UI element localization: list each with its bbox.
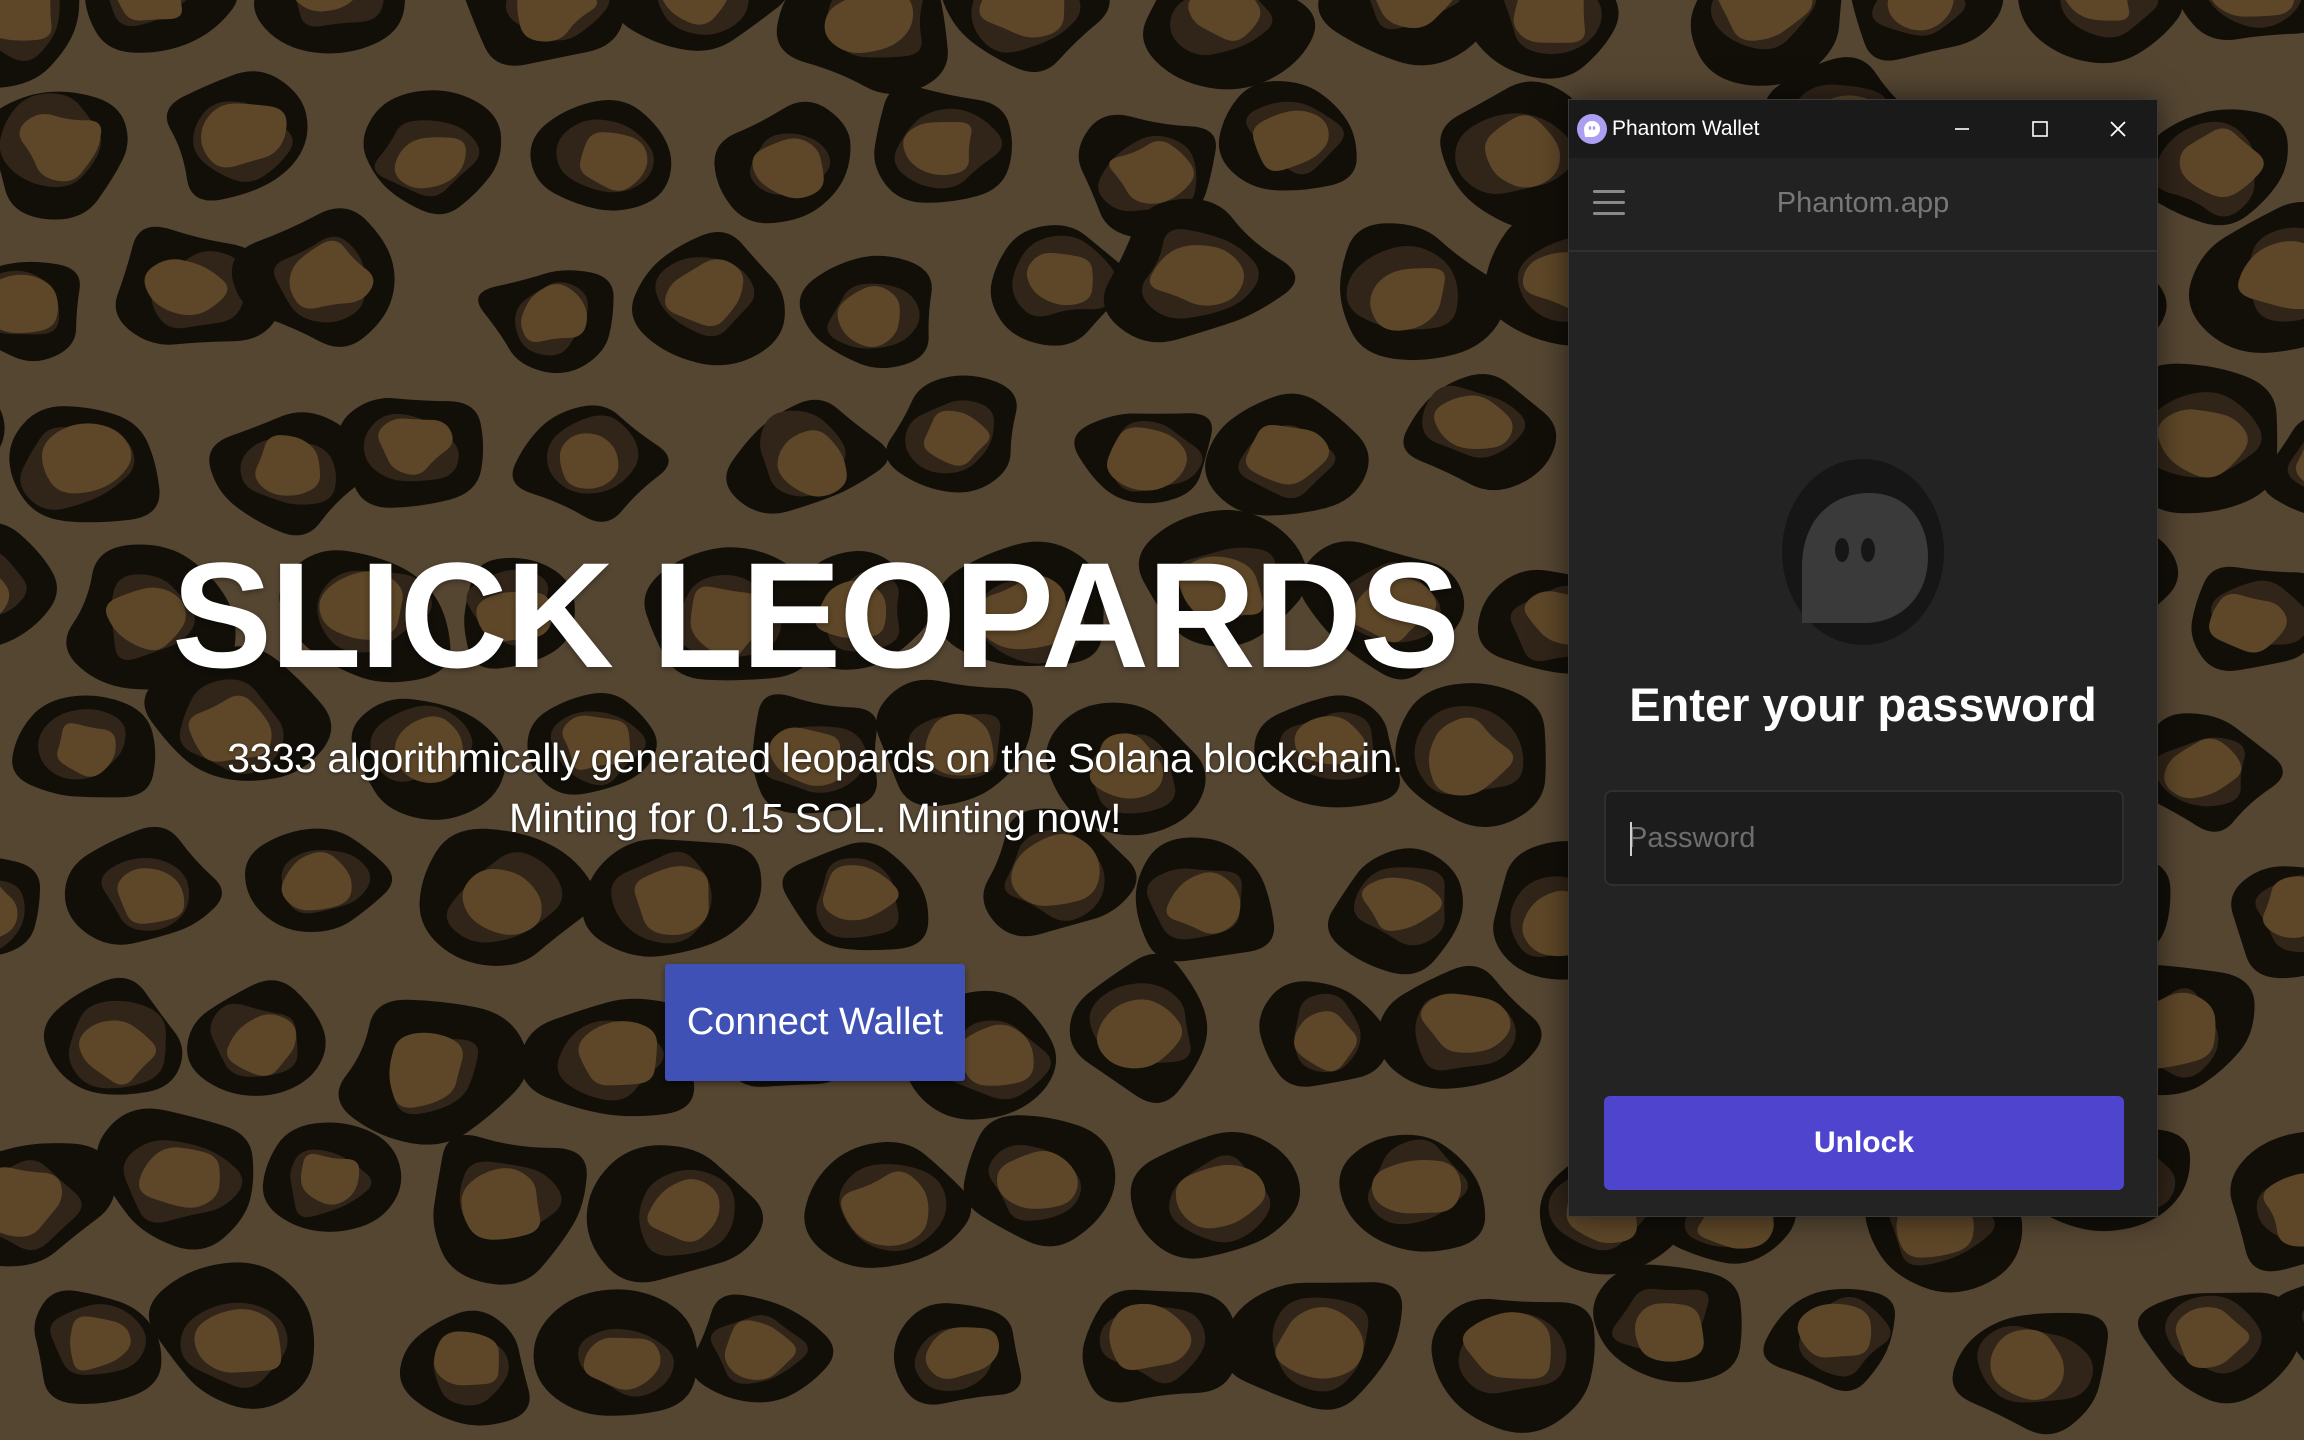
text-caret: [1630, 822, 1632, 856]
hero-title: SLICK LEOPARDS: [172, 531, 1460, 699]
close-icon: [2110, 121, 2126, 137]
phantom-wallet-window: Phantom Wallet Phantom.app Enter your pa…: [1568, 99, 2158, 1217]
wallet-header: Phantom.app: [1569, 158, 2157, 252]
unlock-button[interactable]: Unlock: [1604, 1096, 2124, 1190]
password-input[interactable]: [1628, 792, 2098, 884]
password-field[interactable]: [1604, 790, 2124, 886]
minimize-button[interactable]: [1923, 100, 2001, 158]
phantom-ghost-icon: [1577, 114, 1607, 144]
connect-wallet-button[interactable]: Connect Wallet: [665, 964, 965, 1081]
desktop-screen: SLICK LEOPARDS 3333 algorithmically gene…: [0, 0, 2304, 1440]
minimize-icon: [1955, 128, 1969, 130]
phantom-ghost-icon: [1782, 459, 1944, 645]
wallet-header-title: Phantom.app: [1776, 187, 1950, 219]
maximize-button[interactable]: [2001, 100, 2079, 158]
maximize-icon: [2032, 121, 2048, 137]
close-button[interactable]: [2079, 100, 2157, 158]
window-titlebar[interactable]: Phantom Wallet: [1569, 100, 2157, 158]
hero-subtitle: 3333 algorithmically generated leopards …: [227, 735, 1403, 841]
window-title: Phantom Wallet: [1612, 117, 1760, 140]
password-heading: Enter your password: [1629, 678, 2097, 731]
